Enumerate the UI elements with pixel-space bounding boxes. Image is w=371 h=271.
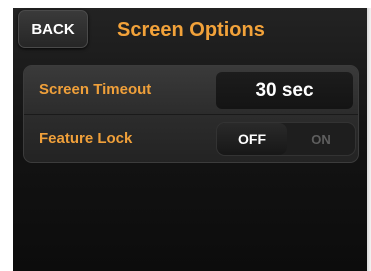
setting-row-feature-lock: Feature Lock OFF ON — [24, 115, 358, 162]
screen-timeout-label: Screen Timeout — [39, 81, 152, 98]
back-button[interactable]: BACK — [18, 10, 88, 48]
setting-row-screen-timeout: Screen Timeout 30 sec — [24, 66, 358, 114]
toggle-off-option[interactable]: OFF — [217, 123, 287, 155]
screen-timeout-value-button[interactable]: 30 sec — [216, 72, 353, 109]
toggle-on-option[interactable]: ON — [287, 123, 355, 155]
settings-panel: Screen Timeout 30 sec Feature Lock OFF O… — [23, 65, 359, 163]
device-bezel-edge — [367, 8, 371, 271]
page-title: Screen Options — [117, 19, 265, 41]
header-bar: BACK Screen Options — [13, 8, 367, 58]
feature-lock-toggle[interactable]: OFF ON — [216, 122, 356, 156]
feature-lock-label: Feature Lock — [39, 130, 133, 147]
device-screen: BACK Screen Options Screen Timeout 30 se… — [13, 8, 367, 271]
